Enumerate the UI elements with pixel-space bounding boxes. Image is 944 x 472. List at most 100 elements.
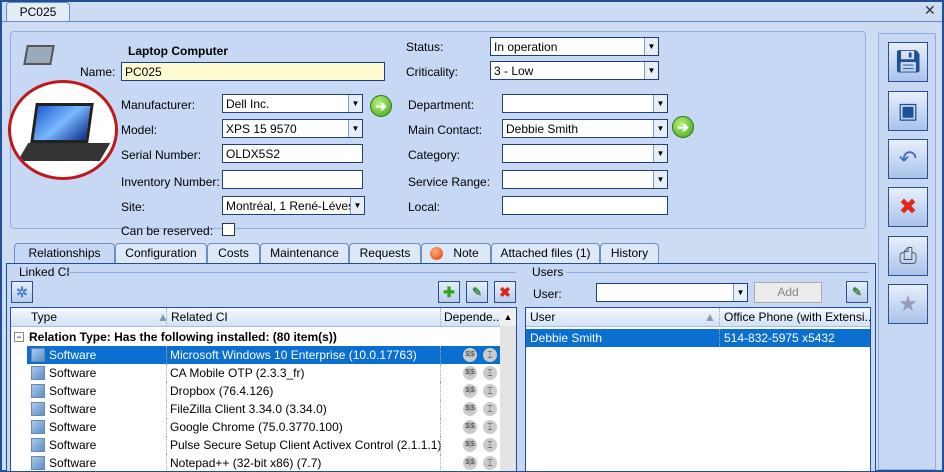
site-dropdown[interactable]: Montréal, 1 René-Lévesque ▼ xyxy=(222,196,365,215)
tab-maintenance[interactable]: Maintenance xyxy=(260,243,349,263)
reservable-checkbox[interactable] xyxy=(222,223,235,236)
collapse-icon[interactable]: − xyxy=(14,332,24,342)
print-icon[interactable]: ⎙ xyxy=(888,236,928,276)
service-range-dropdown[interactable]: ▼ xyxy=(502,170,668,189)
close-icon[interactable]: ✕ xyxy=(924,2,936,19)
dependency-icon[interactable]: ⌶ xyxy=(483,402,497,416)
sort-asc-icon: ▲ xyxy=(157,310,169,324)
row-related-ci: FileZilla Client 3.34.0 (3.34.0) xyxy=(170,402,327,416)
table-row[interactable]: Software Pulse Secure Setup Client Activ… xyxy=(27,436,502,454)
table-row[interactable]: Debbie Smith 514-832-5975 x5432 xyxy=(526,329,870,347)
dependency-icon[interactable]: ⌶ xyxy=(483,348,497,362)
table-row[interactable]: Software CA Mobile OTP (2.3.3_fr) $|$ ⌶ xyxy=(27,364,502,382)
chevron-down-icon: ▼ xyxy=(733,284,747,301)
vertical-scrollbar[interactable]: ▲ xyxy=(500,308,516,471)
chevron-down-icon: ▼ xyxy=(653,171,667,188)
dependency-icon[interactable]: ⌶ xyxy=(483,438,497,452)
undo-icon[interactable]: ↶ xyxy=(888,139,928,179)
table-row[interactable]: Software Microsoft Windows 10 Enterprise… xyxy=(27,346,502,364)
serial-label: Serial Number: xyxy=(121,148,202,162)
ci-type-label: Laptop Computer xyxy=(128,44,228,58)
tab-requests[interactable]: Requests xyxy=(349,243,421,263)
delete-button[interactable]: ✖ xyxy=(494,281,516,303)
scroll-up-icon[interactable]: ▲ xyxy=(500,308,516,326)
favorite-icon[interactable]: ★ xyxy=(888,284,928,324)
save-icon[interactable]: 💾︎ xyxy=(888,42,928,82)
add-button[interactable]: ✚ xyxy=(438,281,460,303)
cost-icon[interactable]: $|$ xyxy=(463,384,477,398)
group-row[interactable]: − Relation Type: Has the following insta… xyxy=(11,328,516,346)
tab-configuration[interactable]: Configuration xyxy=(115,243,207,263)
name-field[interactable]: PC025 xyxy=(121,62,385,81)
tab-history[interactable]: History xyxy=(600,243,659,263)
software-icon xyxy=(31,384,45,398)
row-related-ci: Microsoft Windows 10 Enterprise (10.0.17… xyxy=(170,348,417,362)
status-dropdown[interactable]: In operation ▼ xyxy=(490,37,659,56)
dependency-icon[interactable]: ⌶ xyxy=(483,384,497,398)
relationship-map-button[interactable]: ✲ xyxy=(11,281,33,303)
main-contact-dropdown[interactable]: Debbie Smith ▼ xyxy=(502,119,668,138)
go-to-manufacturer-icon[interactable]: ➔ xyxy=(370,95,392,117)
software-icon xyxy=(31,348,45,362)
dependency-icon[interactable]: ⌶ xyxy=(483,456,497,470)
department-dropdown[interactable]: ▼ xyxy=(502,94,668,113)
note-indicator-icon xyxy=(430,247,443,260)
row-type: Software xyxy=(49,420,97,434)
local-field[interactable] xyxy=(502,196,668,215)
manufacturer-label: Manufacturer: xyxy=(121,98,196,112)
save-close-icon[interactable]: ▣ xyxy=(888,91,928,131)
software-icon xyxy=(31,438,45,452)
software-icon xyxy=(31,402,45,416)
table-row[interactable]: Software Google Chrome (75.0.3770.100) $… xyxy=(27,418,502,436)
cost-icon[interactable]: $|$ xyxy=(463,420,477,434)
edit-user-button[interactable]: ✎ xyxy=(846,281,868,303)
table-row[interactable]: Software FileZilla Client 3.34.0 (3.34.0… xyxy=(27,400,502,418)
column-type[interactable]: Type xyxy=(31,310,57,324)
manufacturer-dropdown[interactable]: Dell Inc. ▼ xyxy=(222,94,363,113)
edit-button[interactable]: ✎ xyxy=(466,281,488,303)
chevron-down-icon: ▼ xyxy=(348,95,362,112)
add-user-button[interactable]: Add xyxy=(754,282,822,303)
cost-icon[interactable]: $|$ xyxy=(463,456,477,470)
cost-icon[interactable]: $|$ xyxy=(463,366,477,380)
dependency-icon[interactable]: ⌶ xyxy=(483,420,497,434)
column-office-phone[interactable]: Office Phone (with Extensi... xyxy=(724,310,870,324)
main-contact-label: Main Contact: xyxy=(408,123,483,137)
software-icon xyxy=(31,456,45,470)
tab-costs[interactable]: Costs xyxy=(207,243,260,263)
inventory-label: Inventory Number: xyxy=(121,175,220,189)
dependency-icon[interactable]: ⌶ xyxy=(483,366,497,380)
linked-ci-title: Linked CI xyxy=(17,265,72,279)
go-to-contact-icon[interactable]: ➔ xyxy=(672,116,694,138)
user-dropdown[interactable]: ▼ xyxy=(596,283,748,302)
table-row[interactable]: Software Notepad++ (32-bit x86) (7.7) $|… xyxy=(27,454,502,471)
column-related-ci[interactable]: Related CI xyxy=(171,310,228,324)
cost-icon[interactable]: $|$ xyxy=(463,348,477,362)
document-tab[interactable]: PC025 xyxy=(6,2,70,22)
model-dropdown[interactable]: XPS 15 9570 ▼ xyxy=(222,119,363,138)
service-range-label: Service Range: xyxy=(408,175,491,189)
users-grid: User ▲ Office Phone (with Extensi... Deb… xyxy=(525,307,871,472)
delete-icon[interactable]: ✖ xyxy=(888,187,928,227)
tab-attached-files[interactable]: Attached files (1) xyxy=(491,243,600,263)
user-phone: 514-832-5975 x5432 xyxy=(724,331,835,345)
table-row[interactable]: Software Dropbox (76.4.126) $|$ ⌶ xyxy=(27,382,502,400)
row-related-ci: CA Mobile OTP (2.3.3_fr) xyxy=(170,366,305,380)
category-dropdown[interactable]: ▼ xyxy=(502,144,668,163)
row-related-ci: Dropbox (76.4.126) xyxy=(170,384,274,398)
inventory-field[interactable] xyxy=(222,170,363,189)
cost-icon[interactable]: $|$ xyxy=(463,402,477,416)
serial-field[interactable]: OLDX5S2 xyxy=(222,144,363,163)
group-label: Relation Type: Has the following install… xyxy=(29,330,337,344)
criticality-dropdown[interactable]: 3 - Low ▼ xyxy=(490,61,659,80)
grid-header: User ▲ Office Phone (with Extensi... xyxy=(526,308,870,327)
row-type: Software xyxy=(49,456,97,470)
tab-relationships[interactable]: Relationships xyxy=(14,243,115,264)
column-dependency[interactable]: Depende... xyxy=(444,310,503,324)
cost-icon[interactable]: $|$ xyxy=(463,438,477,452)
column-user[interactable]: User xyxy=(530,310,555,324)
status-label: Status: xyxy=(406,40,444,54)
software-icon xyxy=(31,366,45,380)
row-related-ci: Notepad++ (32-bit x86) (7.7) xyxy=(170,456,322,470)
tab-note[interactable]: Note xyxy=(421,243,491,263)
